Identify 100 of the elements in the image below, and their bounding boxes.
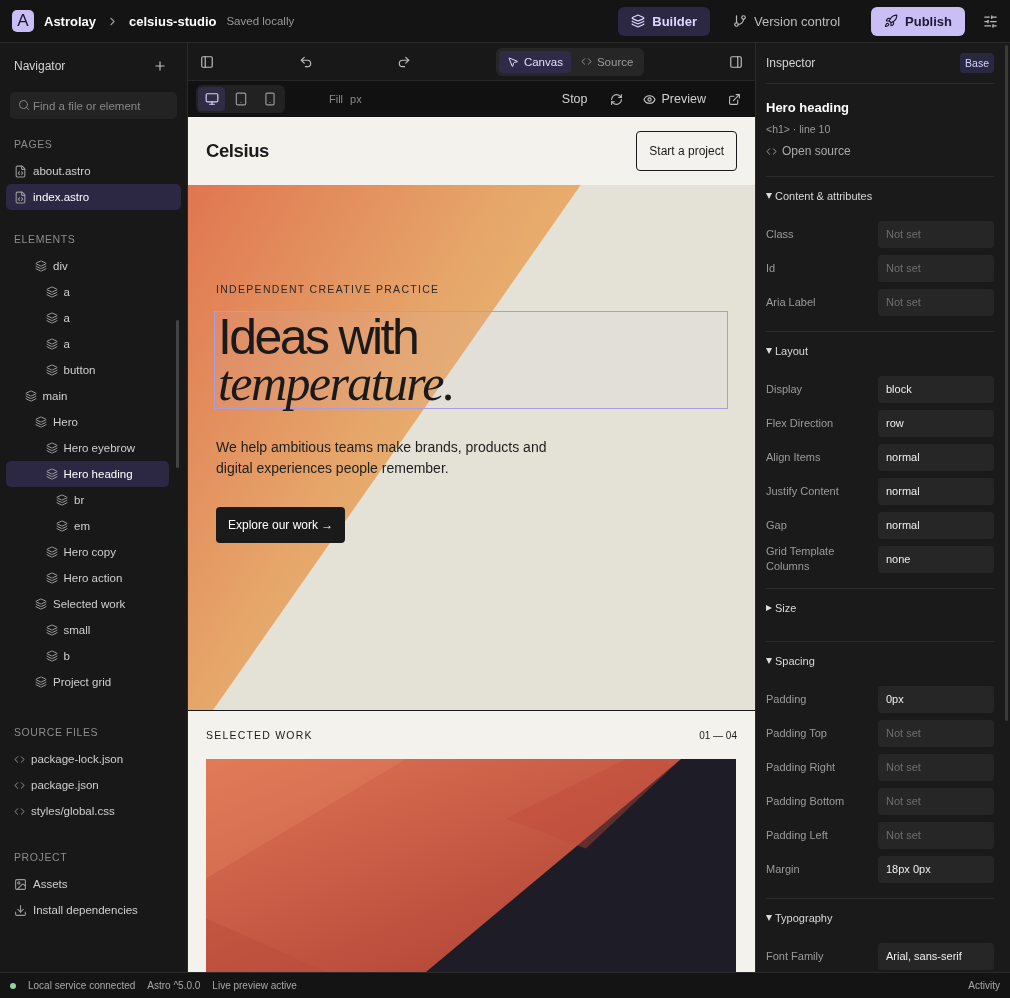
settings-icon[interactable] bbox=[983, 13, 998, 29]
pointer-icon bbox=[506, 55, 519, 68]
project-item[interactable]: Assets bbox=[6, 871, 181, 897]
open-source-link[interactable]: Open source bbox=[766, 144, 994, 177]
layers-icon bbox=[631, 14, 646, 28]
property-field[interactable]: row bbox=[878, 409, 994, 437]
stop-button[interactable]: Stop bbox=[561, 92, 588, 106]
property-field[interactable]: normal bbox=[878, 477, 994, 505]
section-toggle[interactable]: Layout bbox=[766, 332, 809, 372]
width-unit: px bbox=[350, 93, 362, 105]
section-title: SELECTED WORK bbox=[206, 729, 313, 741]
refresh-icon[interactable] bbox=[609, 92, 623, 106]
section-label: ELEMENTS bbox=[13, 232, 77, 247]
property-field[interactable]: none bbox=[878, 545, 994, 573]
property-field[interactable]: Not set bbox=[878, 821, 994, 849]
property-field[interactable]: 18px 0px bbox=[878, 855, 994, 883]
code-icon bbox=[14, 779, 25, 791]
page-item[interactable]: index.astro bbox=[6, 184, 181, 210]
tree-item[interactable]: Hero heading bbox=[6, 461, 169, 487]
view-tab[interactable]: Canvas bbox=[498, 50, 571, 73]
tree-item[interactable]: b bbox=[6, 643, 169, 669]
status-text: Live preview active bbox=[212, 980, 297, 991]
layers-icon bbox=[45, 624, 58, 636]
property-field[interactable]: Not set bbox=[878, 254, 994, 282]
tree-item[interactable]: a bbox=[6, 279, 169, 305]
property-field[interactable]: 0px bbox=[878, 685, 994, 713]
property-field[interactable]: Not set bbox=[878, 787, 994, 815]
tree-item[interactable]: div bbox=[6, 253, 169, 279]
layers-icon bbox=[35, 598, 47, 610]
desktop-icon[interactable] bbox=[198, 87, 225, 111]
tree-item[interactable]: Hero copy bbox=[6, 539, 169, 565]
panel-right-icon[interactable] bbox=[729, 54, 743, 69]
property-field[interactable]: Not set bbox=[878, 220, 994, 248]
rocket-icon bbox=[884, 14, 899, 28]
tree-item[interactable]: em bbox=[6, 513, 169, 539]
layers-icon bbox=[35, 416, 47, 428]
tree-item[interactable]: button bbox=[6, 357, 169, 383]
section-toggle[interactable]: Spacing bbox=[766, 642, 815, 682]
file-code-icon bbox=[14, 164, 27, 178]
property-field[interactable]: Not set bbox=[878, 288, 994, 316]
undo-icon[interactable] bbox=[298, 54, 313, 69]
publish-button[interactable]: Publish bbox=[871, 6, 965, 36]
tree-item[interactable]: Hero action bbox=[6, 565, 169, 591]
property-field[interactable]: Not set bbox=[878, 719, 994, 747]
code-icon bbox=[580, 56, 592, 67]
property-field[interactable]: Not set bbox=[878, 753, 994, 781]
property-field[interactable]: Arial, sans-serif bbox=[878, 942, 994, 970]
scrollbar[interactable] bbox=[176, 320, 179, 468]
breakpoint-badge[interactable]: Base bbox=[960, 53, 994, 73]
tree-item[interactable]: small bbox=[6, 617, 169, 643]
redo-icon[interactable] bbox=[397, 54, 412, 69]
layers-icon bbox=[45, 442, 58, 454]
tree-item[interactable]: br bbox=[6, 487, 169, 513]
page-item[interactable]: about.astro bbox=[6, 158, 181, 184]
project-item[interactable]: Install dependencies bbox=[6, 897, 181, 923]
file-item[interactable]: package-lock.json bbox=[6, 746, 181, 772]
tree-item[interactable]: a bbox=[6, 331, 169, 357]
layers-icon bbox=[45, 650, 58, 662]
tree-item[interactable]: Hero eyebrow bbox=[6, 435, 169, 461]
explore-button[interactable]: Explore our work → bbox=[216, 507, 346, 543]
start-project-button[interactable]: Start a project bbox=[636, 131, 737, 171]
preview-button[interactable]: Preview bbox=[642, 92, 706, 106]
layers-icon bbox=[35, 260, 47, 272]
view-tab[interactable]: Source bbox=[572, 50, 642, 73]
tree-item[interactable]: Project grid bbox=[6, 669, 169, 695]
hero-eyebrow: INDEPENDENT CREATIVE PRACTICE bbox=[216, 283, 440, 295]
section-toggle[interactable]: Typography bbox=[766, 899, 833, 939]
scrollbar[interactable] bbox=[1005, 45, 1008, 721]
field-label: Padding Right bbox=[766, 759, 837, 775]
tree-item[interactable]: Selected work bbox=[6, 591, 169, 617]
status-text: Astro ^5.0.0 bbox=[147, 980, 201, 991]
layers-icon bbox=[45, 572, 58, 584]
section-toggle[interactable]: Size bbox=[766, 589, 797, 629]
activity-button[interactable]: Activity bbox=[968, 980, 1000, 991]
field-label: Padding Top bbox=[766, 725, 828, 741]
layers-icon bbox=[45, 286, 58, 298]
status-text: Local service connected bbox=[28, 980, 136, 991]
plus-icon[interactable] bbox=[153, 58, 167, 73]
mode-tab[interactable]: Version control bbox=[720, 6, 854, 36]
image-icon bbox=[14, 877, 27, 891]
section-toggle[interactable]: Content & attributes bbox=[766, 177, 873, 217]
section-label: PAGES bbox=[13, 137, 54, 152]
section-label: SOURCE FILES bbox=[13, 725, 100, 740]
mode-tab[interactable]: Builder bbox=[618, 6, 711, 36]
field-label: Margin bbox=[766, 861, 801, 877]
property-field[interactable]: block bbox=[878, 375, 994, 403]
property-field[interactable]: normal bbox=[878, 443, 994, 471]
search-icon bbox=[18, 99, 30, 111]
layers-icon bbox=[45, 338, 58, 350]
tree-item[interactable]: Hero bbox=[6, 409, 169, 435]
section-label: PROJECT bbox=[13, 850, 69, 865]
tree-item[interactable]: a bbox=[6, 305, 169, 331]
file-item[interactable]: package.json bbox=[6, 772, 181, 798]
panel-left-icon[interactable] bbox=[200, 54, 214, 69]
tree-item[interactable]: main bbox=[6, 383, 169, 409]
search-field[interactable]: Find a file or element bbox=[10, 92, 177, 119]
property-field[interactable]: normal bbox=[878, 511, 994, 539]
work-count: 01 — 04 bbox=[699, 729, 737, 741]
file-item[interactable]: styles/global.css bbox=[6, 798, 181, 824]
external-link-icon[interactable] bbox=[728, 92, 741, 106]
